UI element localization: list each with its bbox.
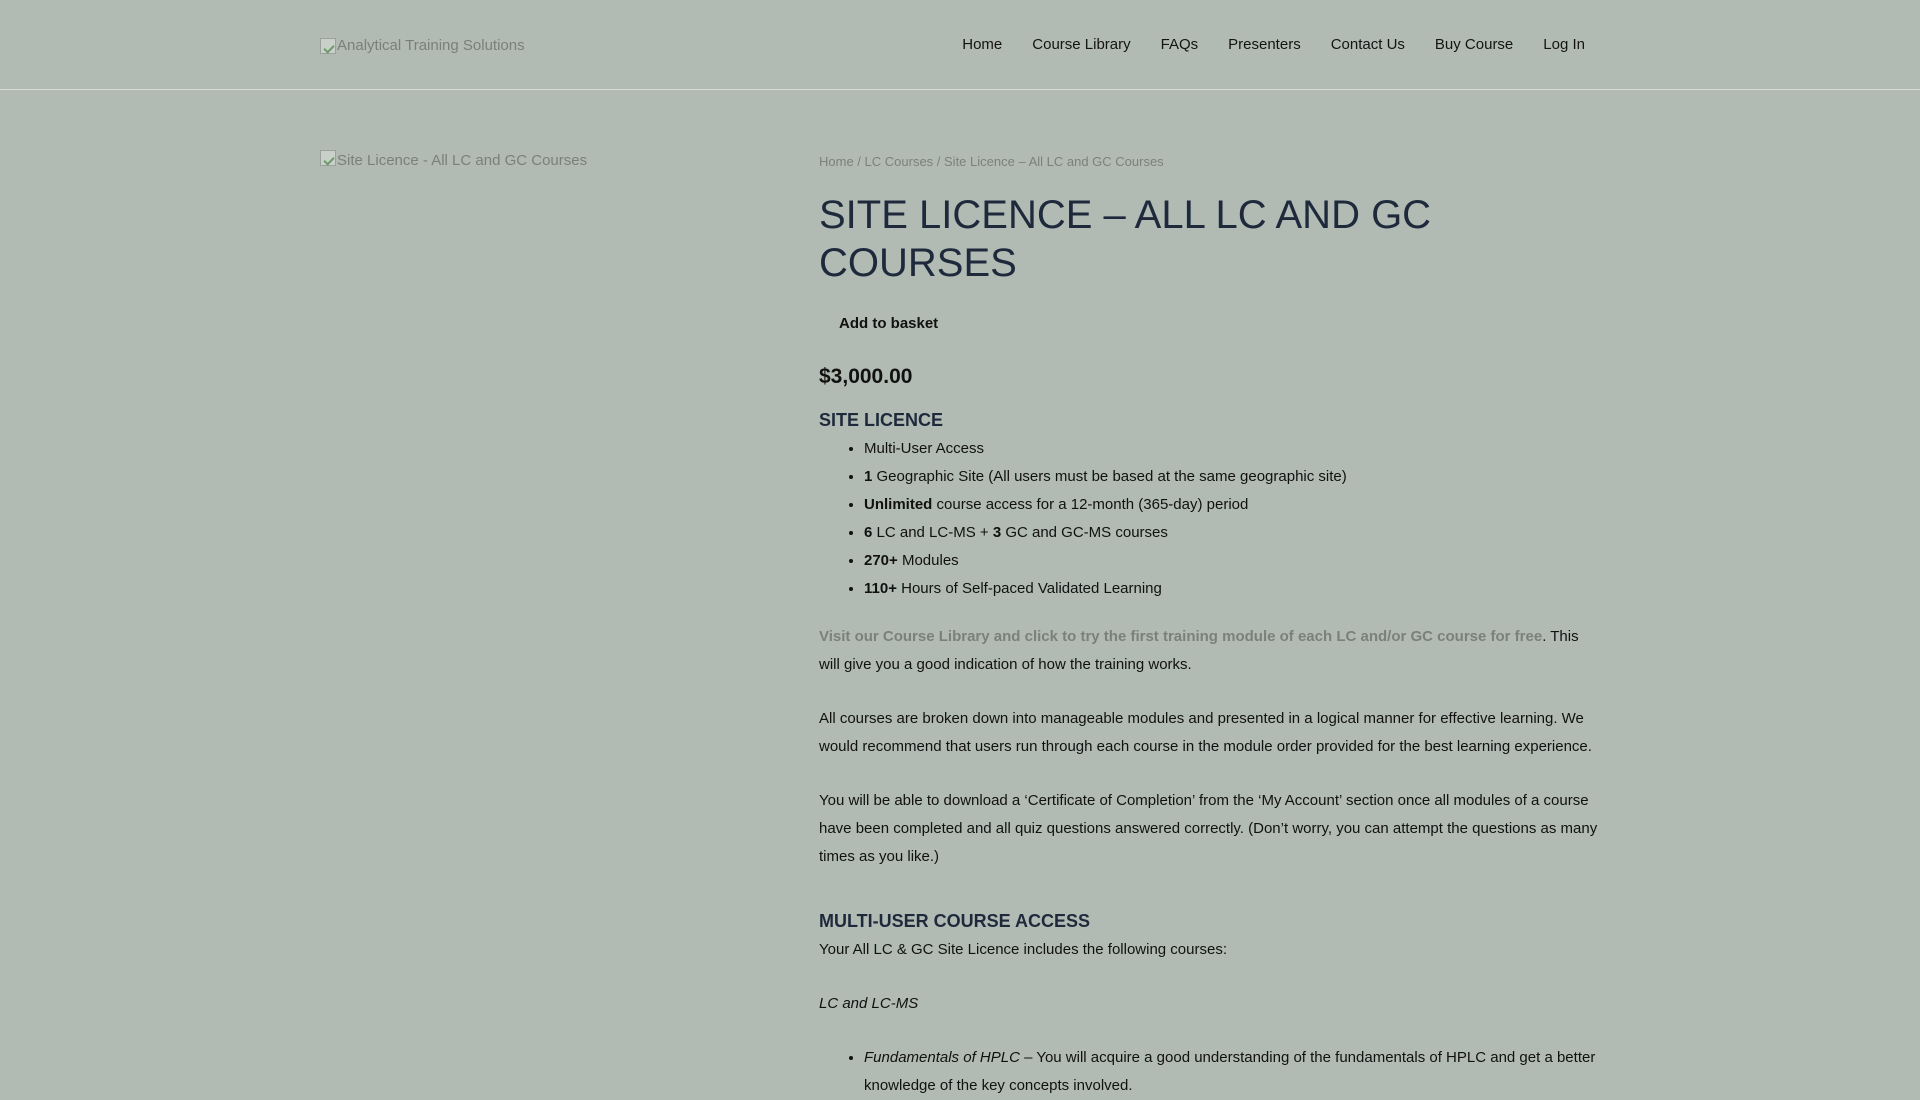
logo-alt-text: Analytical Training Solutions bbox=[337, 37, 525, 54]
feature-text: GC and GC-MS courses bbox=[1001, 524, 1168, 541]
list-item: 6 LC and LC-MS + 3 GC and GC-MS courses bbox=[864, 519, 1599, 547]
main-nav: Home Course Library FAQs Presenters Cont… bbox=[932, 36, 1585, 53]
feature-bold: 110+ bbox=[864, 580, 897, 597]
list-item: Unlimited course access for a 12-month (… bbox=[864, 491, 1599, 519]
licence-features-list: Multi-User Access 1 Geographic Site (All… bbox=[819, 435, 1599, 603]
feature-text: Modules bbox=[897, 552, 959, 569]
site-logo[interactable]: Analytical Training Solutions bbox=[320, 37, 525, 54]
modules-paragraph: All courses are broken down into managea… bbox=[819, 710, 1592, 755]
site-header: Analytical Training Solutions Home Cours… bbox=[0, 0, 1920, 90]
list-item: 270+ Modules bbox=[864, 547, 1599, 575]
course-library-link[interactable]: Visit our Course Library and click to tr… bbox=[819, 628, 1542, 645]
certificate-paragraph: You will be able to download a ‘Certific… bbox=[819, 792, 1598, 865]
multi-user-heading: MULTI-USER COURSE ACCESS bbox=[819, 911, 1091, 931]
feature-bold: 3 bbox=[992, 524, 1002, 541]
list-item: 1 Geographic Site (All users must be bas… bbox=[864, 463, 1599, 491]
broken-image-icon bbox=[320, 37, 336, 54]
breadcrumb: Home / LC Courses / Site Licence – All L… bbox=[819, 154, 1599, 169]
nav-home[interactable]: Home bbox=[962, 36, 1002, 53]
includes-paragraph: Your All LC & GC Site Licence includes t… bbox=[819, 941, 1227, 958]
breadcrumb-current: Site Licence – All LC and GC Courses bbox=[944, 154, 1164, 169]
list-item: Fundamentals of HPLC – You will acquire … bbox=[864, 1044, 1599, 1100]
list-item: Multi-User Access bbox=[864, 435, 1599, 463]
feature-text: LC and LC-MS + bbox=[872, 524, 993, 541]
product-image[interactable]: Site Licence - All LC and GC Courses bbox=[320, 150, 588, 169]
nav-faqs[interactable]: FAQs bbox=[1161, 36, 1199, 53]
breadcrumb-separator: / bbox=[853, 154, 865, 169]
breadcrumb-home[interactable]: Home bbox=[819, 154, 854, 169]
breadcrumb-category[interactable]: LC Courses bbox=[865, 154, 934, 169]
lc-subheading: LC and LC-MS bbox=[819, 995, 919, 1012]
feature-text: course access for a 12-month (365-day) p… bbox=[932, 496, 1249, 513]
course-name: Fundamentals of HPLC bbox=[864, 1049, 1020, 1066]
broken-image-icon bbox=[320, 150, 336, 166]
nav-log-in[interactable]: Log In bbox=[1543, 36, 1585, 53]
product-summary: Home / LC Courses / Site Licence – All L… bbox=[819, 154, 1599, 1100]
product-price: $3,000.00 bbox=[819, 365, 913, 388]
nav-presenters[interactable]: Presenters bbox=[1228, 36, 1301, 53]
nav-course-library[interactable]: Course Library bbox=[1032, 36, 1130, 53]
course-library-paragraph: Visit our Course Library and click to tr… bbox=[819, 623, 1599, 679]
nav-buy-course[interactable]: Buy Course bbox=[1435, 36, 1513, 53]
site-licence-heading: SITE LICENCE bbox=[819, 410, 944, 430]
feature-text: Multi-User Access bbox=[864, 440, 985, 457]
course-list: Fundamentals of HPLC – You will acquire … bbox=[819, 1044, 1599, 1100]
feature-text: Hours of Self-paced Validated Learning bbox=[896, 580, 1162, 597]
feature-bold: Unlimited bbox=[864, 496, 933, 513]
feature-bold: 270+ bbox=[864, 552, 898, 569]
nav-contact-us[interactable]: Contact Us bbox=[1331, 36, 1405, 53]
feature-text: Geographic Site (All users must be based… bbox=[872, 468, 1347, 485]
product-title: Site Licence – All LC and GC Courses bbox=[819, 193, 1432, 285]
add-to-basket-button[interactable]: Add to basket bbox=[839, 315, 938, 332]
product-image-alt-text: Site Licence - All LC and GC Courses bbox=[337, 152, 588, 169]
breadcrumb-separator: / bbox=[933, 154, 945, 169]
list-item: 110+ Hours of Self-paced Validated Learn… bbox=[864, 575, 1599, 603]
